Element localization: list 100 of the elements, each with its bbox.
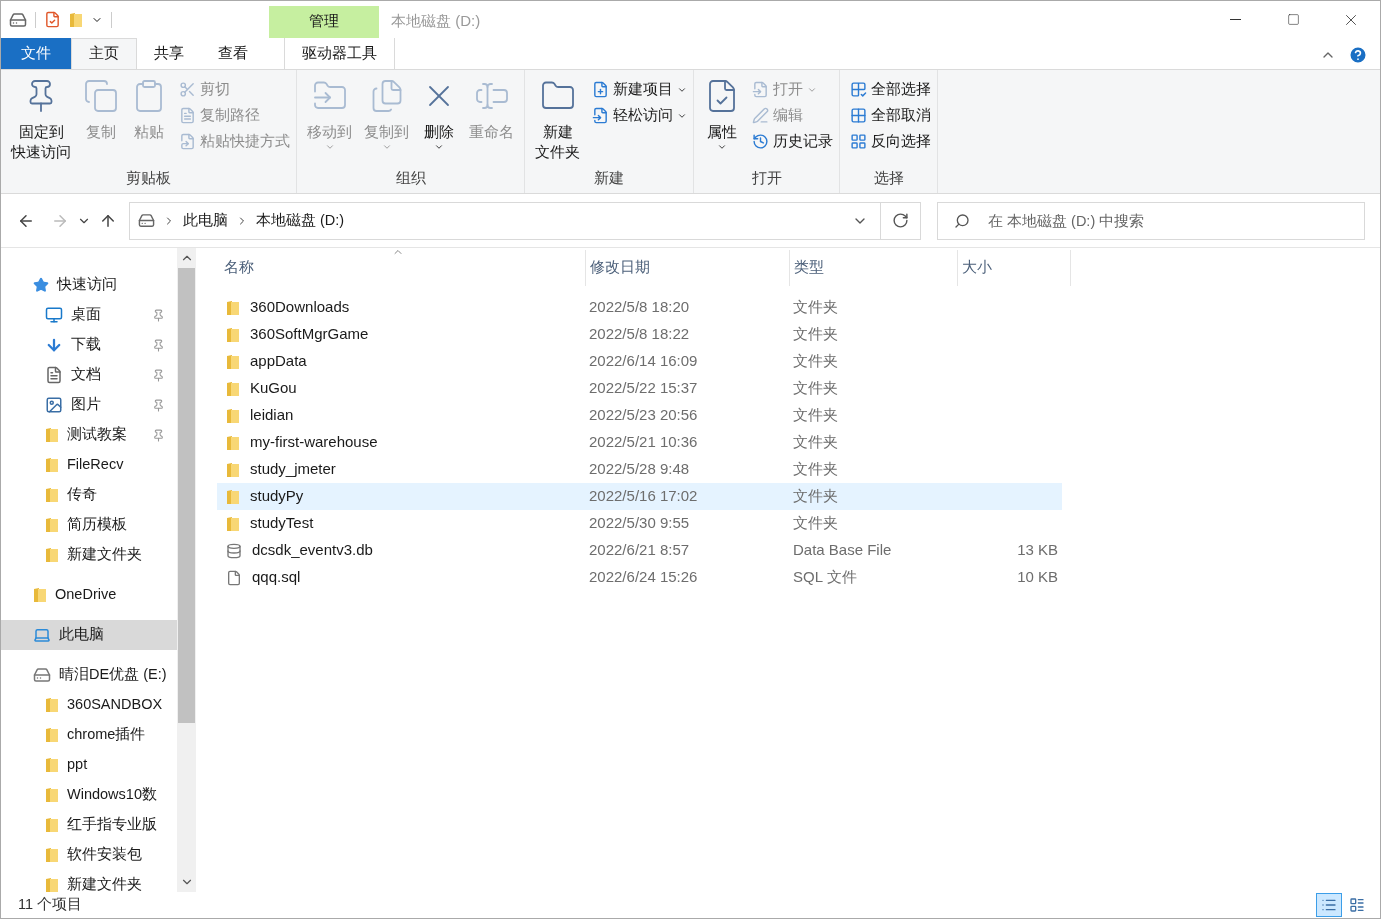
file-type: 文件夹 [792, 324, 839, 345]
nav-item[interactable]: chrome插件 [1, 720, 177, 750]
ribbon-tab[interactable]: 驱动器工具 [284, 38, 395, 69]
ribbon-tab[interactable]: 共享 [137, 38, 201, 69]
nav-item[interactable]: OneDrive [1, 580, 177, 610]
column-header[interactable]: 名称 [220, 250, 586, 286]
nav-item[interactable]: 红手指专业版 [1, 810, 177, 840]
nav-item[interactable]: ppt [1, 750, 177, 780]
nav-item[interactable]: 桌面 [1, 300, 177, 330]
address-field[interactable]: 此电脑 本地磁盘 (D:) [129, 201, 881, 240]
select-all-icon [850, 81, 867, 98]
nav-item[interactable]: 新建文件夹 [1, 870, 177, 892]
image-icon [45, 396, 63, 414]
monitor-icon [45, 306, 63, 324]
file-row[interactable]: leidian 2022/5/23 20:56 文件夹 [217, 402, 1062, 429]
folder-icon [45, 817, 59, 833]
file-row[interactable]: dcsdk_eventv3.db 2022/6/21 8:57 Data Base File 13 KB [217, 537, 1062, 564]
nav-item[interactable]: Windows10数 [1, 780, 177, 810]
folder-icon [45, 727, 59, 743]
pin-icon[interactable] [152, 338, 165, 352]
nav-item[interactable]: 下载 [1, 330, 177, 360]
window-title: 本地磁盘 (D:) [391, 11, 481, 31]
file-row[interactable]: studyTest 2022/5/30 9:55 文件夹 [217, 510, 1062, 537]
folder-icon [45, 847, 59, 863]
nav-item[interactable]: 简历模板 [1, 510, 177, 540]
ribbon-button[interactable]: 删除 [417, 78, 461, 169]
file-size: 13 KB [1017, 541, 1058, 559]
ribbon-button[interactable]: 轻松访问 [592, 104, 687, 127]
file-type: 文件夹 [792, 405, 839, 426]
file-row[interactable]: 360SoftMgrGame 2022/5/8 18:22 文件夹 [217, 321, 1062, 348]
details-view-button[interactable] [1316, 893, 1342, 917]
file-type: 文件夹 [792, 513, 839, 534]
pin-icon[interactable] [152, 428, 165, 442]
ribbon-button[interactable]: 全部选择 [850, 78, 931, 101]
pin-icon[interactable] [152, 368, 165, 382]
nav-item[interactable]: 文档 [1, 360, 177, 390]
nav-item[interactable]: 测试教案 [1, 420, 177, 450]
copy-icon [83, 78, 119, 114]
file-row[interactable]: study_jmeter 2022/5/28 9:48 文件夹 [217, 456, 1062, 483]
ribbon-button[interactable]: 固定到 快速访问 [7, 78, 75, 169]
nav-item[interactable]: 快速访问 [1, 270, 177, 300]
ribbon-button[interactable]: 新建项目 [592, 78, 687, 101]
pin-icon[interactable] [152, 308, 165, 322]
refresh-button[interactable] [881, 201, 921, 240]
file-type: 文件夹 [792, 486, 839, 507]
folder-icon [226, 326, 240, 343]
maximize-icon [1286, 13, 1300, 26]
modified-date: 2022/5/28 9:48 [588, 459, 691, 480]
select-none-icon [850, 107, 867, 124]
properties-icon[interactable] [44, 11, 61, 28]
file-row[interactable]: studyPy 2022/5/16 17:02 文件夹 [217, 483, 1062, 510]
file-size: 10 KB [1017, 568, 1058, 586]
folder-icon [45, 427, 59, 443]
document-icon [45, 366, 63, 384]
ribbon-tab[interactable]: 主页 [71, 38, 137, 69]
file-type: 文件夹 [792, 459, 839, 480]
folder-icon [226, 434, 240, 451]
nav-item[interactable]: 360SANDBOX [1, 690, 177, 720]
file-type: SQL 文件 [792, 567, 858, 588]
ribbon-tab[interactable]: 查看 [201, 38, 265, 69]
file-type: 文件夹 [792, 351, 839, 372]
nav-item[interactable]: 此电脑 [1, 620, 177, 650]
nav-item[interactable]: 晴泪DE优盘 (E:) [1, 660, 177, 690]
ribbon-button[interactable]: 历史记录 [752, 130, 833, 153]
column-header[interactable]: 大小 [958, 250, 1071, 286]
file-type: 文件夹 [792, 432, 839, 453]
column-header[interactable]: 修改日期 [586, 250, 790, 286]
folder-icon [226, 515, 240, 532]
help-icon[interactable] [1348, 45, 1368, 65]
ribbon-button[interactable]: 新建 文件夹 [531, 78, 584, 169]
file-icon [226, 569, 242, 586]
ribbon-button[interactable]: 全部取消 [850, 104, 931, 127]
file-row[interactable]: 360Downloads 2022/5/8 18:20 文件夹 [217, 294, 1062, 321]
modified-date: 2022/6/14 16:09 [588, 351, 699, 372]
scrollbar[interactable] [177, 248, 196, 892]
breadcrumb[interactable]: 此电脑 [183, 209, 228, 232]
ribbon-button[interactable]: 属性 [700, 78, 744, 169]
drive-icon [138, 212, 155, 229]
file-row[interactable]: qqq.sql 2022/6/24 15:26 SQL 文件 10 KB [217, 564, 1062, 591]
modified-date: 2022/5/23 20:56 [588, 405, 699, 426]
nav-item[interactable]: 图片 [1, 390, 177, 420]
nav-item[interactable]: FileRecv [1, 450, 177, 480]
file-row[interactable]: my-first-warehouse 2022/5/21 10:36 文件夹 [217, 429, 1062, 456]
breadcrumb[interactable]: 本地磁盘 (D:) [256, 209, 345, 232]
search-field[interactable]: 在 本地磁盘 (D:) 中搜索 [937, 201, 1365, 240]
column-header[interactable]: 类型 [790, 250, 958, 286]
nav-item[interactable]: 新建文件夹 [1, 540, 177, 570]
file-row[interactable]: KuGou 2022/5/22 15:37 文件夹 [217, 375, 1062, 402]
group-label: 选择 [872, 169, 905, 189]
pin-icon[interactable] [152, 398, 165, 412]
scissors-icon [179, 81, 196, 98]
star-icon [33, 277, 49, 293]
ribbon-tab[interactable]: 文件 [1, 38, 71, 69]
nav-item[interactable]: 软件安装包 [1, 840, 177, 870]
modified-date: 2022/6/24 15:26 [588, 567, 699, 588]
ribbon-button[interactable]: 反向选择 [850, 130, 931, 153]
folder-icon [45, 487, 59, 503]
nav-item[interactable]: 传奇 [1, 480, 177, 510]
file-name: 360SoftMgrGame [250, 324, 369, 345]
file-row[interactable]: appData 2022/6/14 16:09 文件夹 [217, 348, 1062, 375]
